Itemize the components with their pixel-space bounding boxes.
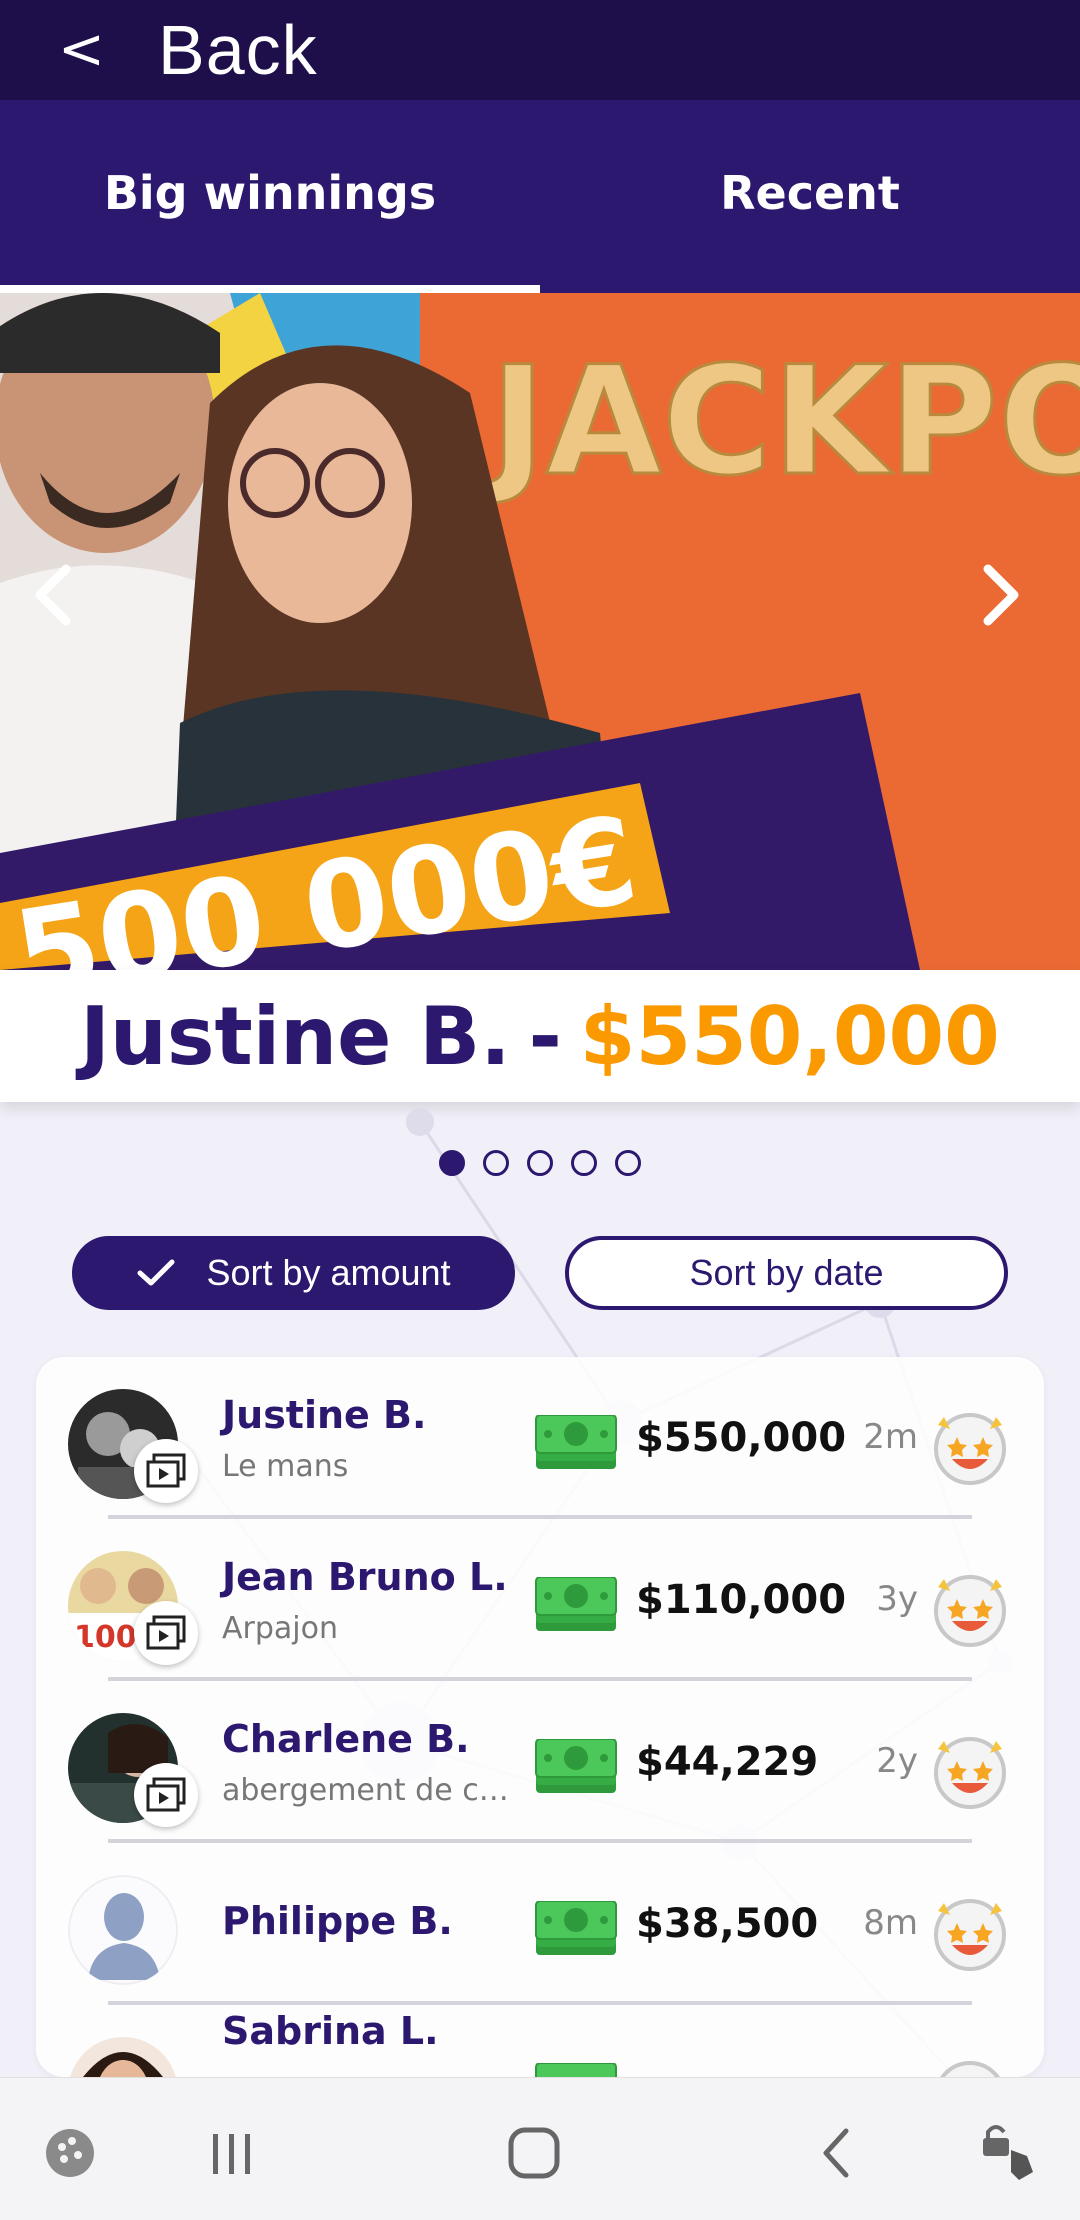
winner-city: Le mans — [222, 1449, 349, 1484]
accessibility-icon[interactable] — [968, 2118, 1048, 2188]
money-icon — [534, 1900, 620, 1963]
caption-separator: - — [528, 989, 562, 1083]
sort-by-date-button[interactable]: Sort by date — [565, 1236, 1008, 1310]
winner-time: 2y — [876, 1741, 918, 1781]
tab-recent[interactable]: Recent — [540, 100, 1080, 293]
tab-bar: Big winnings Recent — [0, 100, 1080, 293]
winners-list: Justine B. Le mans $550,000 2m 100 0 Jea… — [36, 1357, 1044, 2077]
carousel-dot[interactable] — [571, 1150, 597, 1176]
money-icon — [534, 1738, 620, 1801]
winner-row[interactable]: 100 0 Jean Bruno L. Arpajon $110,000 3y — [36, 1519, 1044, 1681]
winner-time: 2m — [863, 1417, 918, 1457]
tab-big-winnings[interactable]: Big winnings — [0, 100, 540, 293]
star-smiley-badge-icon — [930, 1569, 1010, 1653]
avatar-placeholder-icon — [68, 1875, 178, 1985]
winner-row[interactable]: Charlene B. abergement de cui... $44,229… — [36, 1681, 1044, 1843]
video-icon[interactable] — [134, 1439, 198, 1503]
winner-amount: $38,500 — [636, 1901, 819, 1947]
winner-row[interactable]: Justine B. Le mans $550,000 2m — [36, 1357, 1044, 1519]
carousel-next-arrow-icon[interactable] — [980, 563, 1050, 633]
sort-by-amount-button[interactable]: Sort by amount — [72, 1236, 515, 1310]
video-icon[interactable] — [134, 1763, 198, 1827]
featured-winner-name: Justine B. — [80, 989, 511, 1083]
back-button[interactable]: Back — [158, 10, 318, 90]
winner-name: Jean Bruno L. — [222, 1555, 508, 1599]
star-smiley-badge-icon — [930, 1731, 1010, 1815]
winner-amount: $110,000 — [636, 1577, 847, 1623]
winner-name: Sabrina L. — [222, 2009, 439, 2053]
avatar — [68, 2037, 178, 2077]
game-icon[interactable] — [30, 2118, 110, 2188]
sort-by-date-label: Sort by date — [689, 1252, 884, 1293]
money-icon — [534, 1414, 620, 1477]
winner-name: Charlene B. — [222, 1717, 470, 1761]
winner-photo[interactable]: JACKPOT 500 000€ — [0, 293, 1080, 970]
carousel-dot[interactable] — [483, 1150, 509, 1176]
carousel-prev-arrow-icon[interactable] — [30, 563, 100, 633]
top-bar: < Back — [0, 0, 1080, 100]
winner-name: Justine B. — [222, 1393, 427, 1437]
star-smiley-badge-icon — [930, 1407, 1010, 1491]
star-smiley-badge-icon — [930, 1893, 1010, 1977]
carousel-dot[interactable] — [527, 1150, 553, 1176]
photo-illustration: JACKPOT 500 000€ — [0, 293, 1080, 970]
video-icon[interactable] — [134, 1601, 198, 1665]
winner-city: Arpajon — [222, 1611, 338, 1646]
star-smiley-badge-icon — [930, 2055, 1010, 2077]
carousel-dot[interactable] — [615, 1150, 641, 1176]
carousel-dot[interactable] — [439, 1150, 465, 1176]
winner-amount: $550,000 — [636, 1415, 847, 1461]
sort-by-amount-label: Sort by amount — [206, 1252, 451, 1293]
home-icon[interactable] — [494, 2118, 574, 2188]
jackpot-sign-text: JACKPOT — [481, 335, 1080, 509]
winner-row[interactable]: Philippe B. $38,500 8m — [36, 1843, 1044, 2005]
carousel-indicator — [0, 1150, 1080, 1176]
featured-winner-amount: $550,000 — [579, 989, 1000, 1083]
winner-time: 8m — [863, 1903, 918, 1943]
winner-name: Philippe B. — [222, 1899, 453, 1943]
money-icon — [534, 2062, 620, 2077]
checkmark-icon — [136, 1258, 176, 1288]
winner-time: 3y — [876, 1579, 918, 1619]
money-icon — [534, 1576, 620, 1639]
winner-row[interactable]: Sabrina L. — [36, 2005, 1044, 2077]
featured-winner-caption: Justine B. - $550,000 — [0, 970, 1080, 1102]
system-nav-bar — [0, 2077, 1080, 2220]
winner-city: abergement de cui... — [222, 1773, 522, 1808]
back-chevron-icon[interactable]: < — [58, 22, 105, 78]
recent-apps-icon[interactable] — [192, 2118, 272, 2188]
back-icon[interactable] — [796, 2118, 876, 2188]
winner-amount: $44,229 — [636, 1739, 819, 1785]
sort-controls: Sort by amount Sort by date — [72, 1236, 1008, 1310]
